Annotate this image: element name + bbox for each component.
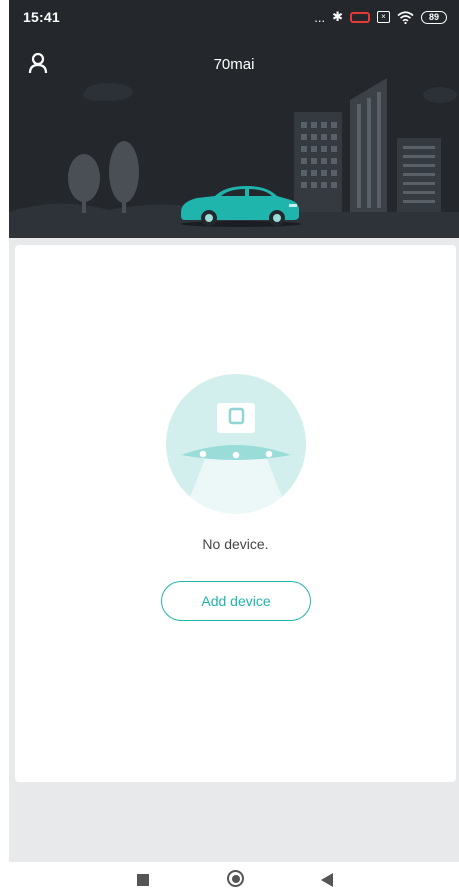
recents-square-icon[interactable]: [137, 874, 149, 886]
sim-x-icon: ×: [377, 11, 390, 23]
wifi-icon: [397, 10, 414, 24]
app-title: 70mai: [213, 56, 255, 73]
empty-state-message: No device.: [202, 536, 269, 552]
back-triangle-icon[interactable]: [320, 872, 334, 888]
home-circle-icon[interactable]: [227, 870, 244, 887]
battery-icon: 89: [421, 10, 447, 24]
status-icons: ... ✱ × 89: [314, 9, 447, 25]
city-skyline-illustration: [9, 78, 459, 238]
battery-saver-icon: [350, 11, 370, 23]
status-time: 15:41: [23, 9, 60, 25]
system-navigation-bar: [0, 862, 459, 896]
app-header: 15:41 ... ✱ × 89 70mai: [9, 0, 459, 238]
add-device-button[interactable]: Add device: [161, 581, 311, 621]
more-notifications-icon: ...: [314, 9, 326, 25]
bluetooth-icon: ✱: [332, 9, 343, 24]
no-device-illustration: [166, 374, 306, 515]
status-bar: 15:41 ... ✱ × 89: [9, 0, 459, 34]
